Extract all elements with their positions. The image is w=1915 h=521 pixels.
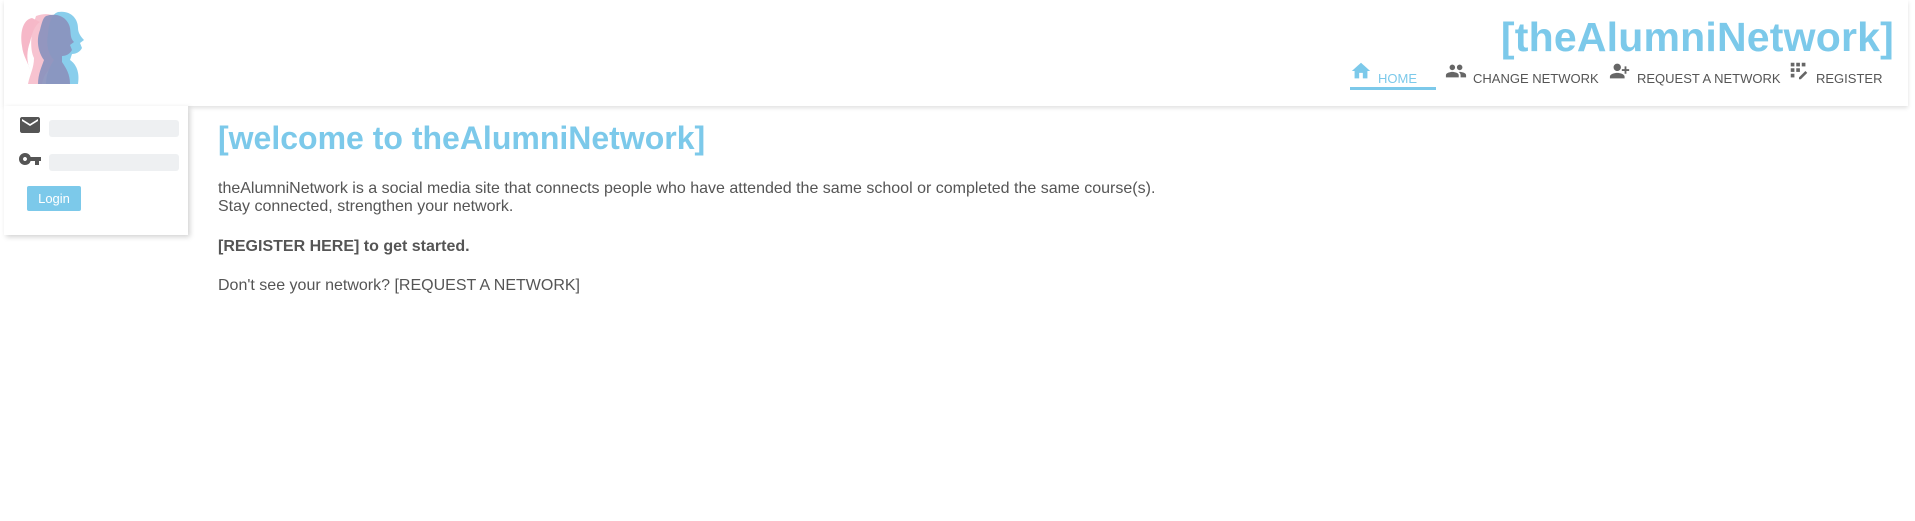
intro-text: theAlumniNetwork is a social media site …: [218, 180, 1718, 216]
header: [theAlumniNetwork] HOME CHANGE NETWORK R…: [4, 0, 1908, 106]
nav-home[interactable]: HOME: [1350, 60, 1436, 90]
request-prompt-text: Don't see your network?: [218, 277, 395, 294]
home-icon: [1351, 62, 1371, 79]
nav-home-label: HOME: [1378, 71, 1417, 86]
nav-register[interactable]: REGISTER: [1788, 60, 1882, 90]
person-add-icon: [1609, 63, 1630, 79]
email-icon: [20, 116, 40, 133]
key-icon: [19, 152, 41, 165]
password-row: [18, 146, 179, 171]
request-network-prompt: Don't see your network? [REQUEST A NETWO…: [218, 277, 1718, 295]
nav-request-network[interactable]: REQUEST A NETWORK: [1609, 60, 1781, 90]
nav-change-network-label: CHANGE NETWORK: [1473, 71, 1599, 86]
request-network-link[interactable]: [REQUEST A NETWORK]: [394, 277, 580, 294]
people-icon: [1445, 64, 1467, 78]
nav-request-network-label: REQUEST A NETWORK: [1637, 71, 1781, 86]
page-title: [welcome to theAlumniNetwork]: [218, 120, 706, 156]
email-row: [18, 112, 179, 137]
password-field[interactable]: [49, 154, 179, 171]
main-content: [welcome to theAlumniNetwork] theAlumniN…: [218, 118, 1718, 295]
grid-edit-icon: [1790, 62, 1808, 80]
email-field[interactable]: [49, 120, 179, 137]
register-cta-suffix: to get started.: [359, 238, 470, 255]
login-panel: Login: [4, 106, 188, 235]
intro-line-2: Stay connected, strengthen your network.: [218, 198, 514, 215]
logo[interactable]: [18, 10, 92, 86]
register-here-link[interactable]: [REGISTER HERE]: [218, 238, 359, 255]
nav-change-network[interactable]: CHANGE NETWORK: [1445, 60, 1599, 90]
brand-title[interactable]: [theAlumniNetwork]: [1501, 14, 1894, 61]
intro-line-1: theAlumniNetwork is a social media site …: [218, 180, 1156, 197]
register-cta: [REGISTER HERE] to get started.: [218, 238, 1718, 256]
nav-register-label: REGISTER: [1816, 71, 1883, 86]
login-button[interactable]: Login: [27, 186, 81, 211]
